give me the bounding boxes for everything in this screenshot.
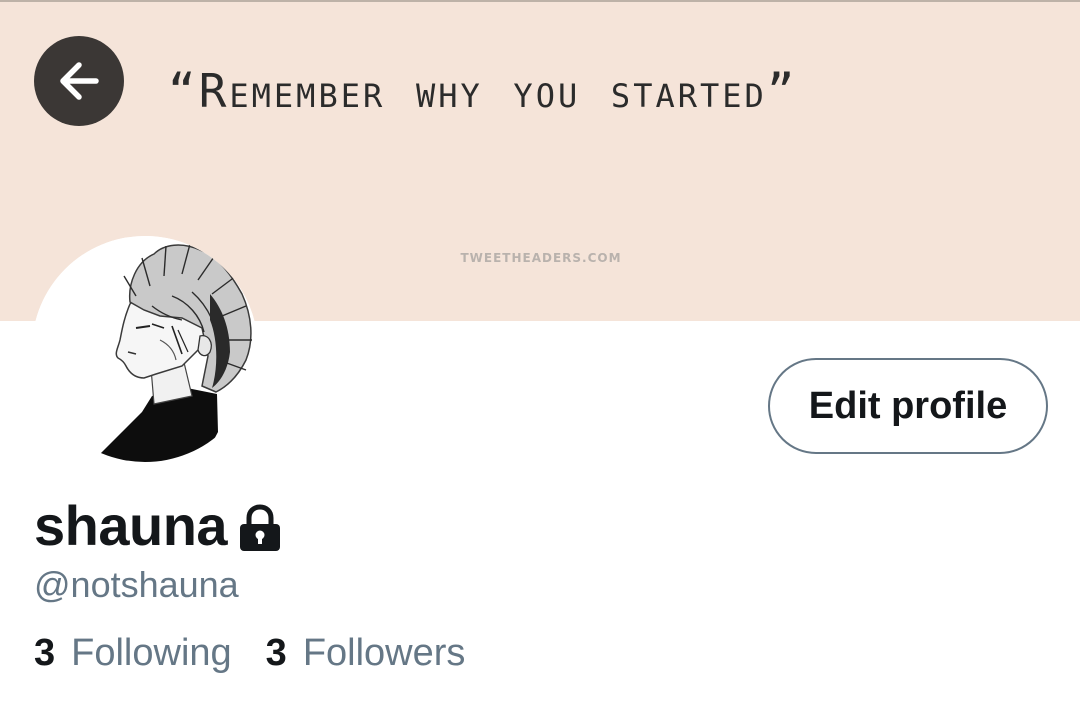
avatar[interactable]	[32, 236, 258, 462]
display-name-row: shauna	[34, 490, 283, 560]
profile-page: “Remember why you started” TWEETHEADERS.…	[0, 0, 1080, 708]
following-count: 3	[34, 632, 56, 674]
follow-stats: 3 Following 3 Followers	[34, 632, 465, 675]
following-label: Following	[71, 632, 232, 674]
followers-link[interactable]: 3 Followers	[266, 632, 466, 675]
arrow-left-icon	[60, 62, 99, 100]
back-button[interactable]	[34, 36, 124, 126]
display-name: shauna	[34, 493, 228, 557]
avatar-illustration	[32, 236, 258, 462]
user-handle: @notshauna	[34, 564, 239, 605]
edit-profile-button[interactable]: Edit profile	[768, 358, 1048, 454]
following-link[interactable]: 3 Following	[34, 632, 232, 675]
lock-icon	[240, 504, 281, 551]
banner-quote: “Remember why you started”	[168, 64, 798, 118]
followers-count: 3	[265, 632, 287, 674]
followers-label: Followers	[302, 632, 466, 674]
